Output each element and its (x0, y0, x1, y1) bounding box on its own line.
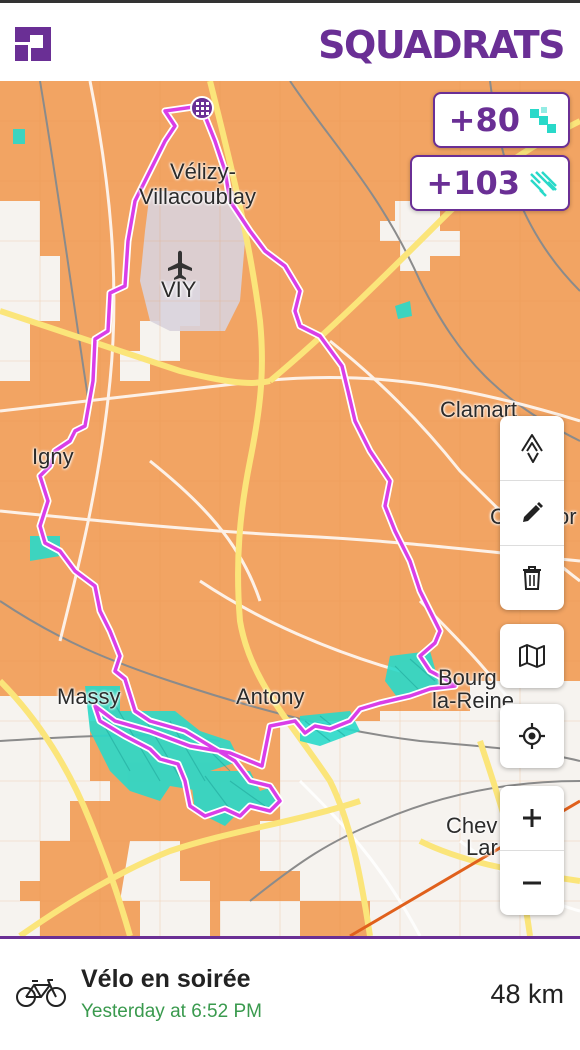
new-squadrats-badge[interactable]: +80 (432, 92, 570, 148)
locate-icon (519, 723, 545, 749)
pencil-icon (523, 502, 543, 522)
activity-time: Yesterday at 6:52 PM (81, 1001, 262, 1022)
place-label-chev-2: Lar (466, 835, 498, 860)
place-label-antony: Antony (236, 684, 305, 709)
zoom-in-button[interactable] (500, 786, 564, 851)
map-layers-button[interactable] (500, 624, 564, 688)
locate-group (500, 704, 564, 768)
trash-icon (523, 566, 541, 590)
place-label-velizy-2: Villacoublay (139, 184, 257, 209)
new-squadrats-count: +80 (448, 101, 520, 139)
squadrats-logo-icon[interactable] (15, 27, 51, 61)
new-squadratinhos-count: +103 (426, 164, 520, 202)
strava-button[interactable] (500, 416, 564, 481)
activity-distance: 48 km (490, 979, 564, 1009)
start-finish-marker-icon (190, 96, 214, 120)
activity-card[interactable]: Vélo en soirée Yesterday at 6:52 PM 48 k… (0, 939, 580, 1050)
airport-zone (140, 191, 245, 331)
app-header: SQUADRATS (0, 3, 580, 81)
place-label-igny: Igny (32, 444, 74, 469)
squadratinhos-tile-icon (530, 171, 557, 197)
activity-title: Vélo en soirée (81, 965, 251, 993)
edit-button[interactable] (500, 481, 564, 546)
zoom-group (500, 786, 564, 915)
zoom-out-icon (523, 881, 541, 885)
airport-code-label: VIY (161, 277, 197, 302)
zoom-out-button[interactable] (500, 851, 564, 915)
brand-title: SQUADRATS (318, 23, 565, 67)
place-label-massy: Massy (57, 684, 121, 709)
bicycle-icon (16, 979, 66, 1007)
map-view[interactable]: Vélizy- Villacoublay VIY Clamart Igny C … (0, 81, 580, 936)
map-icon (519, 644, 545, 668)
place-label-velizy-1: Vélizy- (170, 159, 237, 184)
strava-icon (521, 434, 543, 463)
delete-button[interactable] (500, 546, 564, 610)
squadrats-tile-icon (530, 107, 556, 133)
new-squadratinhos-badge[interactable]: +103 (410, 155, 570, 211)
locate-button[interactable] (500, 704, 564, 768)
route-tools-group (500, 416, 564, 610)
map-layers-group (500, 624, 564, 688)
zoom-in-icon (523, 809, 541, 827)
